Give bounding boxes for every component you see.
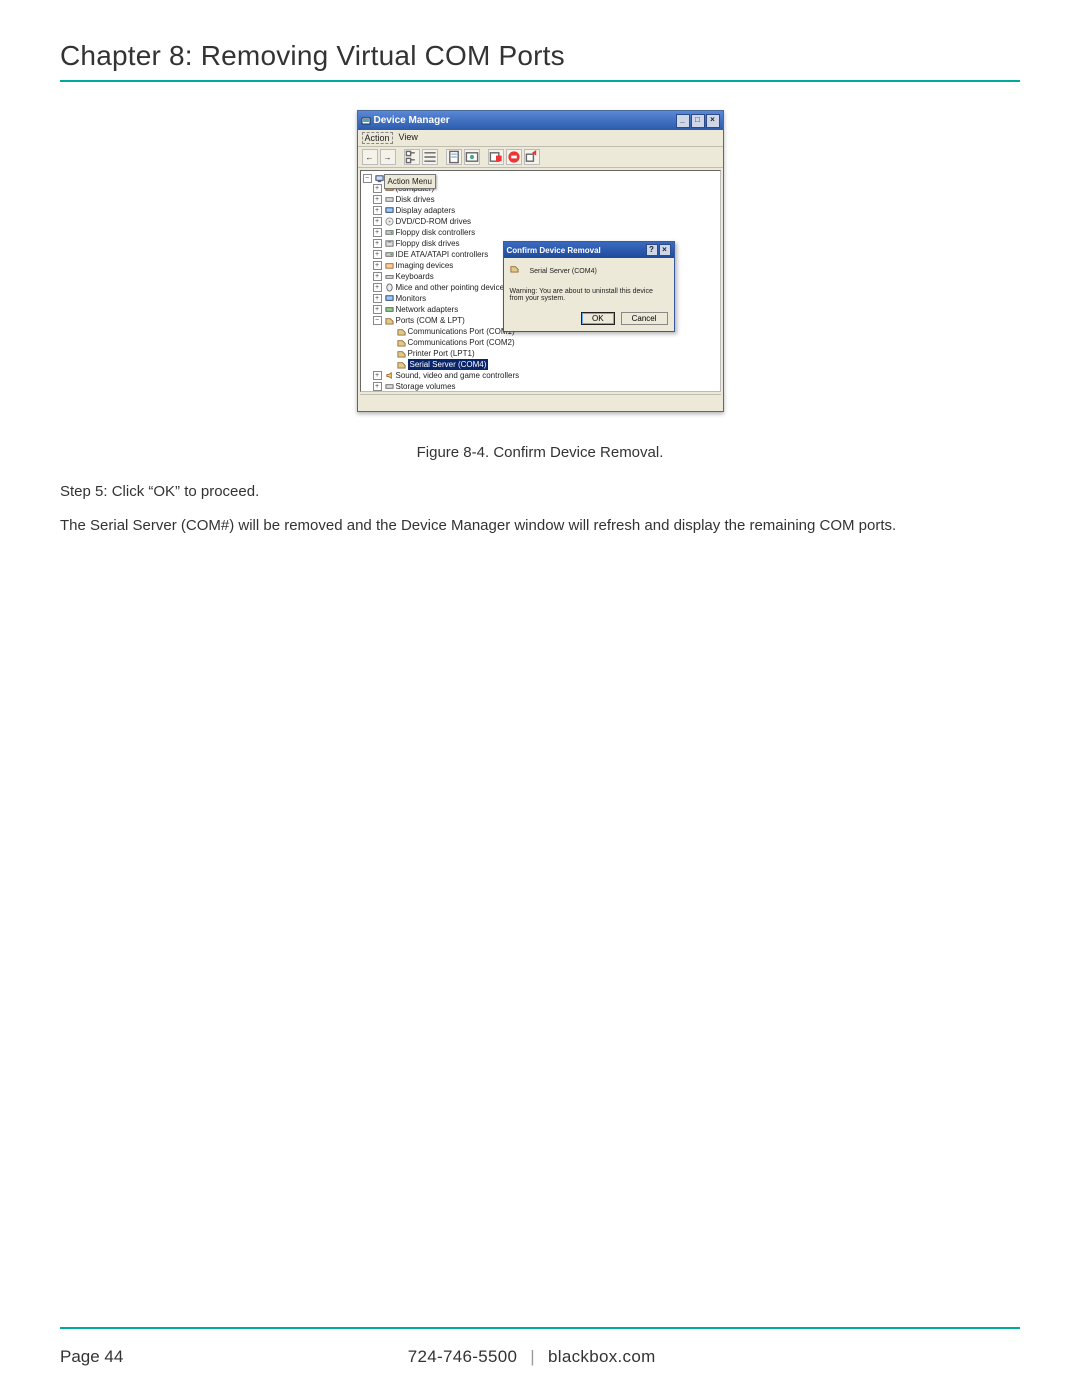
- mouse-icon: [385, 283, 394, 292]
- port-icon: [385, 316, 394, 325]
- tree-item[interactable]: +Display adapters: [363, 205, 718, 216]
- chapter-title: Chapter 8: Removing Virtual COM Ports: [60, 40, 1020, 72]
- controller-icon: [385, 228, 394, 237]
- maximize-button[interactable]: □: [691, 114, 705, 128]
- tree-item-label: Imaging devices: [396, 260, 454, 271]
- display-icon: [385, 206, 394, 215]
- tree-item-label: DVD/CD-ROM drives: [396, 216, 472, 227]
- confirm-dialog-titlebar: Confirm Device Removal ? ×: [504, 242, 674, 258]
- footer-center: 724-746-5500 | blackbox.com: [123, 1347, 940, 1367]
- figure-caption: Figure 8-4. Confirm Device Removal.: [60, 444, 1020, 461]
- close-button[interactable]: ×: [659, 244, 671, 256]
- tree-item[interactable]: +DVD/CD-ROM drives: [363, 216, 718, 227]
- chapter-heading-block: Chapter 8: Removing Virtual COM Ports: [60, 40, 1020, 82]
- confirm-device-removal-dialog: Confirm Device Removal ? × Serial Server…: [503, 241, 675, 332]
- tree-item-label: Monitors: [396, 293, 427, 304]
- port-icon: [510, 264, 524, 278]
- tree-item-label: Serial Server (COM4): [408, 359, 489, 370]
- tree-item-label: Sound, video and game controllers: [396, 370, 520, 381]
- figure-container: Device Manager _ □ × Action View ← →: [60, 110, 1020, 412]
- network-icon: [385, 305, 394, 314]
- dvd-icon: [385, 217, 394, 226]
- device-manager-titlebar: Device Manager _ □ ×: [358, 111, 723, 130]
- device-manager-icon: [361, 116, 371, 126]
- tree-item-label: Mice and other pointing devices: [396, 282, 509, 293]
- status-bar: [360, 394, 721, 409]
- port-icon: [397, 327, 406, 336]
- tree-item-label: Printer Port (LPT1): [408, 348, 475, 359]
- help-button[interactable]: ?: [646, 244, 658, 256]
- tree-item[interactable]: Printer Port (LPT1): [363, 348, 718, 359]
- tree-item-label: Keyboards: [396, 271, 434, 282]
- port-icon: [397, 360, 406, 369]
- tree-item[interactable]: +Disk drives: [363, 194, 718, 205]
- document-page: Chapter 8: Removing Virtual COM Ports De…: [0, 0, 1080, 1397]
- menu-action[interactable]: Action: [362, 132, 393, 144]
- minimize-button[interactable]: _: [676, 114, 690, 128]
- toolbar-back-icon[interactable]: ←: [362, 149, 378, 165]
- cancel-button[interactable]: Cancel: [621, 312, 668, 325]
- tree-item[interactable]: +Sound, video and game controllers: [363, 370, 718, 381]
- tree-item-label: Floppy disk controllers: [396, 227, 476, 238]
- disk-icon: [385, 195, 394, 204]
- confirm-button-row: OK Cancel: [504, 308, 674, 331]
- toolbar-scan-icon[interactable]: [464, 149, 480, 165]
- device-manager-window: Device Manager _ □ × Action View ← →: [357, 110, 724, 412]
- toolbar: ← →: [358, 147, 723, 168]
- toolbar-uninstall-icon[interactable]: [488, 149, 504, 165]
- tree-item-label: Communications Port (COM1): [408, 326, 515, 337]
- tree-item-label: Network adapters: [396, 304, 459, 315]
- toolbar-list-icon[interactable]: [422, 149, 438, 165]
- confirm-dialog-body: Serial Server (COM4) Warning: You are ab…: [504, 258, 674, 308]
- toolbar-forward-icon[interactable]: →: [380, 149, 396, 165]
- menu-bar: Action View: [358, 130, 723, 147]
- monitor-icon: [385, 294, 394, 303]
- port-icon: [397, 349, 406, 358]
- controller-icon: [385, 250, 394, 259]
- tree-item-label: Ports (COM & LPT): [396, 315, 465, 326]
- tree-item-label: Storage volumes: [396, 381, 456, 392]
- tree-item-label: Communications Port (COM2): [408, 337, 515, 348]
- confirm-device-name: Serial Server (COM4): [530, 268, 597, 275]
- sound-icon: [385, 371, 394, 380]
- keyboard-icon: [385, 272, 394, 281]
- ok-button[interactable]: OK: [581, 312, 615, 325]
- page-number: Page 44: [60, 1347, 123, 1367]
- storage-icon: [385, 382, 394, 391]
- tree-item-label: IDE ATA/ATAPI controllers: [396, 249, 489, 260]
- toolbar-properties-icon[interactable]: [446, 149, 462, 165]
- page-footer: Page 44 724-746-5500 | blackbox.com: [60, 1329, 1020, 1397]
- floppy-icon: [385, 239, 394, 248]
- menu-view[interactable]: View: [397, 132, 420, 144]
- tree-item[interactable]: Communications Port (COM2): [363, 337, 718, 348]
- confirm-warning-text: Warning: You are about to uninstall this…: [510, 288, 668, 302]
- confirm-dialog-title: Confirm Device Removal: [507, 246, 601, 255]
- tree-item-selected[interactable]: Serial Server (COM4): [363, 359, 718, 370]
- toolbar-update-icon[interactable]: [524, 149, 540, 165]
- close-button[interactable]: ×: [706, 114, 720, 128]
- footer-site: blackbox.com: [548, 1347, 656, 1366]
- footer-separator: |: [522, 1347, 543, 1366]
- step-text: Step 5: Click “OK” to proceed.: [60, 479, 1020, 505]
- tree-item-label: Display adapters: [396, 205, 456, 216]
- tree-item-label: Floppy disk drives: [396, 238, 460, 249]
- computer-icon: [375, 174, 384, 183]
- toolbar-tree-icon[interactable]: [404, 149, 420, 165]
- device-manager-title-text: Device Manager: [374, 115, 450, 126]
- imaging-icon: [385, 261, 394, 270]
- device-tree-panel: − Action Menu + (computer) +Disk drives …: [360, 170, 721, 392]
- confirm-device-row: Serial Server (COM4): [510, 264, 668, 278]
- paragraph-text: The Serial Server (COM#) will be removed…: [60, 513, 1020, 539]
- tree-item[interactable]: +Storage volumes: [363, 381, 718, 392]
- action-menu-popup[interactable]: Action Menu: [384, 174, 436, 189]
- tree-item[interactable]: +Floppy disk controllers: [363, 227, 718, 238]
- port-icon: [397, 338, 406, 347]
- footer-phone: 724-746-5500: [408, 1347, 517, 1366]
- toolbar-disable-icon[interactable]: [506, 149, 522, 165]
- tree-item-label: Disk drives: [396, 194, 435, 205]
